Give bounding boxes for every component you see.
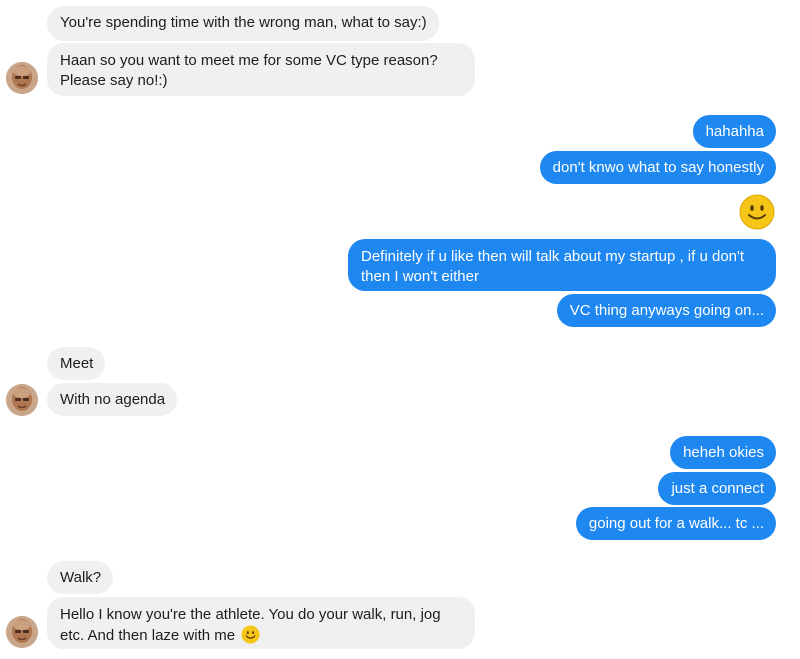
avatar-image (6, 616, 38, 648)
incoming-message[interactable]: Haan so you want to meet me for some VC … (47, 43, 475, 96)
sender-avatar[interactable] (6, 384, 38, 416)
outgoing-message[interactable]: VC thing anyways going on... (556, 294, 776, 327)
message-text: You're spending time with the wrong man,… (60, 14, 427, 31)
incoming-message[interactable]: Walk? (47, 561, 114, 594)
message-text: Walk? (60, 569, 102, 586)
message-text: just a connect (671, 480, 764, 497)
incoming-message[interactable]: With no agenda (47, 383, 178, 416)
message-text: VC thing anyways going on... (569, 302, 764, 319)
message-text: don't knwo what to say honestly (552, 159, 764, 176)
avatar-image (6, 62, 38, 94)
sender-avatar[interactable] (6, 616, 38, 648)
message-text: heheh okies (683, 444, 764, 461)
outgoing-message[interactable]: hahahha (692, 115, 776, 148)
message-text: Meet (60, 355, 94, 372)
outgoing-message[interactable]: heheh okies (670, 436, 776, 469)
smiley-icon (739, 194, 775, 230)
message-text: With no agenda (60, 391, 166, 408)
incoming-message[interactable]: You're spending time with the wrong man,… (47, 6, 439, 41)
message-text: Haan so you want to meet me for some VC … (60, 52, 438, 89)
smiley-emoji (241, 625, 260, 644)
outgoing-message[interactable]: going out for a walk... tc ... (575, 507, 776, 540)
smiley-emoji[interactable] (739, 194, 775, 230)
outgoing-message[interactable]: just a connect (658, 472, 776, 505)
incoming-message[interactable]: Hello I know you're the athlete. You do … (47, 597, 475, 649)
avatar-image (6, 384, 38, 416)
sender-avatar[interactable] (6, 62, 38, 94)
message-text: going out for a walk... tc ... (588, 515, 764, 532)
outgoing-message[interactable]: Definitely if u like then will talk abou… (348, 239, 776, 291)
message-text: hahahha (705, 123, 764, 140)
message-text: Definitely if u like then will talk abou… (361, 248, 745, 285)
outgoing-message[interactable]: don't knwo what to say honestly (539, 151, 776, 184)
incoming-message[interactable]: Meet (47, 347, 106, 380)
